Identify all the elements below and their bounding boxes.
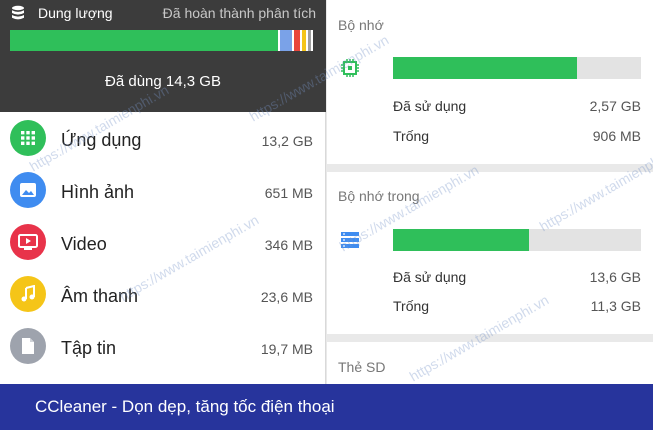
memory-usage-bar <box>393 57 641 79</box>
internal-storage-usage-fill <box>393 229 530 251</box>
category-images[interactable]: Hình ảnh 651 MB <box>0 164 326 216</box>
database-icon <box>12 5 24 20</box>
category-files[interactable]: Tập tin 19,7 MB <box>0 320 326 372</box>
internal-storage-title: Bộ nhớ trong <box>338 188 420 204</box>
internal-free-label: Trống <box>393 298 430 314</box>
usage-segment-red <box>294 30 301 51</box>
internal-used-label: Đã sử dụng <box>393 269 467 285</box>
category-label: Âm thanh <box>61 286 139 306</box>
usage-segment-gray <box>307 30 311 51</box>
internal-used-value: 13,6 GB <box>589 269 641 285</box>
storage-usage-bar <box>10 30 313 51</box>
music-note-icon <box>10 276 46 312</box>
usage-segment-used-green <box>10 30 279 51</box>
caption-text: CCleaner - Dọn dẹp, tăng tốc điện thoại <box>35 397 335 416</box>
category-label: Tập tin <box>61 338 117 358</box>
category-video[interactable]: Video 346 MB <box>0 216 326 268</box>
memory-title: Bộ nhớ <box>338 17 384 33</box>
memory-free-label: Trống <box>393 128 430 144</box>
storage-summary: Dung lượng Đã hoàn thành phân tích Đã dù… <box>0 0 326 112</box>
category-audio[interactable]: Âm thanh 23,6 MB <box>0 268 326 320</box>
file-icon <box>10 328 46 364</box>
category-size: 19,7 MB <box>260 341 313 357</box>
internal-storage-usage-bar <box>393 229 641 251</box>
category-label: Hình ảnh <box>61 182 135 202</box>
memory-used-value: 2,57 GB <box>589 98 641 114</box>
storage-summary-header: Dung lượng Đã hoàn thành phân tích <box>10 5 316 21</box>
category-size: 13,2 GB <box>261 133 313 149</box>
memory-usage-fill <box>393 57 577 79</box>
apps-grid-icon <box>10 120 46 156</box>
memory-card: Bộ nhớ Đã sử dụng 2,57 GB Trống 906 MB <box>327 0 653 164</box>
video-icon <box>10 224 46 260</box>
chip-icon <box>341 59 359 77</box>
usage-segment-yellow <box>302 30 306 51</box>
category-size: 651 MB <box>264 185 313 201</box>
category-size: 23,6 MB <box>260 289 313 305</box>
category-label: Video <box>61 234 107 254</box>
storage-title: Dung lượng <box>38 5 113 21</box>
sd-card: Thẻ SD <box>327 342 653 384</box>
internal-storage-card: Bộ nhớ trong Đã sử dụng 13,6 GB Trống 11… <box>327 172 653 334</box>
storage-server-icon <box>341 232 359 248</box>
used-total: Đã dùng 14,3 GB <box>105 73 221 90</box>
storage-panel: Dung lượng Đã hoàn thành phân tích Đã dù… <box>0 0 326 384</box>
memory-used-label: Đã sử dụng <box>393 98 467 114</box>
image-icon <box>10 172 46 208</box>
category-label: Ứng dụng <box>61 130 142 150</box>
sd-card-title: Thẻ SD <box>338 359 386 375</box>
usage-segment-blue <box>280 30 293 51</box>
memory-free-value: 906 MB <box>592 128 641 144</box>
analysis-status: Đã hoàn thành phân tích <box>162 5 316 21</box>
category-apps[interactable]: Ứng dụng 13,2 GB <box>0 112 326 164</box>
caption-banner: CCleaner - Dọn dẹp, tăng tốc điện thoại <box>0 384 653 430</box>
category-size: 346 MB <box>264 237 313 253</box>
internal-free-value: 11,3 GB <box>590 298 641 314</box>
